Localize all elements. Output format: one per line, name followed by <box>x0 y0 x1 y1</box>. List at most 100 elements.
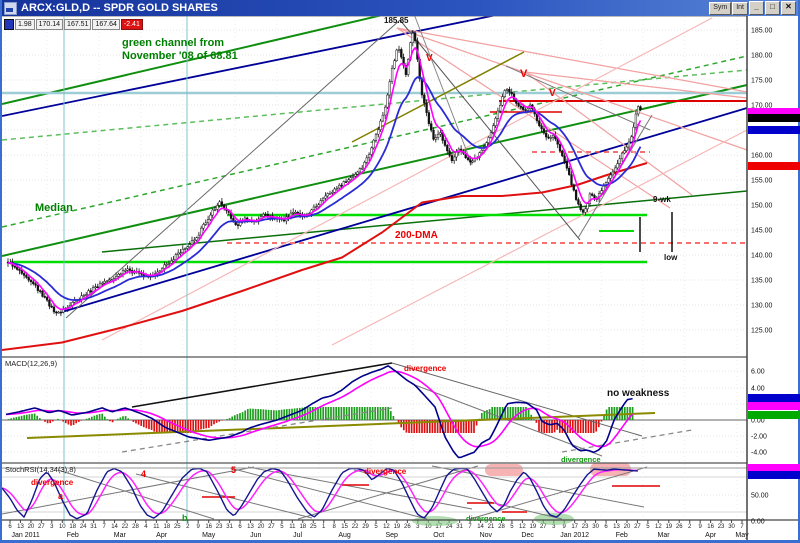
svg-text:130.00: 130.00 <box>751 303 773 310</box>
svg-text:20: 20 <box>624 524 631 530</box>
svg-text:24: 24 <box>80 524 87 530</box>
svg-text:6: 6 <box>238 524 242 530</box>
svg-text:13: 13 <box>17 524 24 530</box>
svg-text:26: 26 <box>404 524 411 530</box>
quote-icon <box>4 19 14 30</box>
svg-text:155.00: 155.00 <box>751 178 773 185</box>
axis-value-box <box>748 162 800 170</box>
macd-annotations: MACD(12,26,9)divergenceno weaknessdiverg… <box>5 359 670 464</box>
svg-text:20: 20 <box>258 524 265 530</box>
svg-text:May: May <box>202 532 216 539</box>
svg-text:Aug: Aug <box>338 532 351 539</box>
int-button[interactable]: Int <box>732 2 748 15</box>
quote-value: 167.51 <box>64 19 91 30</box>
svg-text:Oct: Oct <box>433 532 444 539</box>
svg-text:Feb: Feb <box>67 532 79 539</box>
quote-value-bar: 1.98 170.14 167.51 167.64 -2.41 <box>4 19 143 29</box>
svg-text:MACD(12,26,9): MACD(12,26,9) <box>5 359 58 368</box>
svg-text:16: 16 <box>205 524 212 530</box>
svg-text:17: 17 <box>571 524 578 530</box>
svg-text:Dec: Dec <box>521 532 534 539</box>
svg-text:1: 1 <box>322 524 326 530</box>
svg-text:low: low <box>664 253 678 262</box>
stoch-d-line <box>2 470 638 515</box>
svg-text:14: 14 <box>111 524 118 530</box>
svg-text:145.00: 145.00 <box>751 228 773 235</box>
svg-text:14: 14 <box>477 524 484 530</box>
svg-text:28: 28 <box>498 524 505 530</box>
svg-text:27: 27 <box>540 524 547 530</box>
svg-text:9-wk: 9-wk <box>653 195 671 204</box>
svg-text:12: 12 <box>519 524 526 530</box>
price-trendlines <box>2 0 747 524</box>
grid-lines <box>2 16 747 520</box>
svg-text:6: 6 <box>8 524 12 530</box>
svg-text:4.00: 4.00 <box>751 386 765 393</box>
price-y-axis: 185.00180.00175.00170.00165.00160.00155.… <box>750 28 773 526</box>
svg-text:8: 8 <box>332 524 336 530</box>
svg-text:November '08 of 68.81: November '08 of 68.81 <box>122 50 238 62</box>
svg-text:22: 22 <box>122 524 129 530</box>
svg-text:-2.00: -2.00 <box>751 434 767 441</box>
app-icon <box>4 2 17 15</box>
window-title: ARCX:GLD,D -- SPDR GOLD SHARES <box>21 2 218 14</box>
svg-text:23: 23 <box>718 524 725 530</box>
svg-text:27: 27 <box>268 524 275 530</box>
svg-text:Nov: Nov <box>480 532 493 539</box>
svg-text:V: V <box>426 53 433 64</box>
svg-text:30: 30 <box>592 524 599 530</box>
svg-text:22: 22 <box>352 524 359 530</box>
svg-text:12: 12 <box>383 524 390 530</box>
maximize-button[interactable]: □ <box>765 1 780 15</box>
svg-text:divergence: divergence <box>364 467 407 476</box>
close-button[interactable]: ✕ <box>781 1 796 15</box>
svg-text:25: 25 <box>310 524 317 530</box>
svg-text:31: 31 <box>226 524 233 530</box>
svg-text:5: 5 <box>374 524 378 530</box>
svg-text:V: V <box>549 88 556 99</box>
svg-text:200-DMA: 200-DMA <box>395 230 438 241</box>
svg-text:7: 7 <box>468 524 472 530</box>
svg-text:125.00: 125.00 <box>751 328 773 335</box>
svg-text:green channel from: green channel from <box>122 37 224 49</box>
svg-text:Sep: Sep <box>385 532 398 539</box>
svg-text:6: 6 <box>604 524 608 530</box>
svg-text:13: 13 <box>613 524 620 530</box>
axis-value-box <box>748 114 800 122</box>
svg-text:31: 31 <box>90 524 97 530</box>
svg-text:Jul: Jul <box>293 532 302 539</box>
svg-text:28: 28 <box>132 524 139 530</box>
svg-text:6.00: 6.00 <box>751 369 765 376</box>
svg-text:18: 18 <box>164 524 171 530</box>
axis-value-box <box>748 411 800 419</box>
svg-text:Median: Median <box>35 202 73 214</box>
minimize-button[interactable]: _ <box>749 1 764 15</box>
svg-text:divergence: divergence <box>561 455 601 464</box>
svg-text:divergence: divergence <box>31 478 74 487</box>
highlight-blob-pink <box>485 464 523 476</box>
chart-svg[interactable]: 6132027Jan 2011310182431Feb7142228Mar411… <box>2 0 800 543</box>
svg-text:10: 10 <box>59 524 66 530</box>
svg-text:19: 19 <box>665 524 672 530</box>
axis-value-box <box>748 394 800 402</box>
axis-value-box <box>748 108 800 114</box>
quote-value: 167.64 <box>92 19 119 30</box>
svg-text:12: 12 <box>655 524 662 530</box>
axis-value-box <box>748 402 800 410</box>
svg-text:7: 7 <box>740 524 744 530</box>
axis-value-box <box>748 126 800 134</box>
svg-text:27: 27 <box>38 524 45 530</box>
svg-text:16: 16 <box>707 524 714 530</box>
svg-text:7: 7 <box>102 524 106 530</box>
svg-text:Mar: Mar <box>658 532 671 539</box>
svg-text:-4.00: -4.00 <box>751 450 767 457</box>
svg-text:11: 11 <box>289 524 296 530</box>
svg-text:Jan 2011: Jan 2011 <box>12 532 40 539</box>
svg-text:26: 26 <box>676 524 683 530</box>
svg-text:13: 13 <box>247 524 254 530</box>
highlight-blob-green <box>412 516 458 526</box>
sym-button[interactable]: Sym <box>709 2 731 15</box>
svg-text:0.00: 0.00 <box>751 519 765 526</box>
svg-text:50.00: 50.00 <box>751 493 769 500</box>
svg-text:20: 20 <box>28 524 35 530</box>
